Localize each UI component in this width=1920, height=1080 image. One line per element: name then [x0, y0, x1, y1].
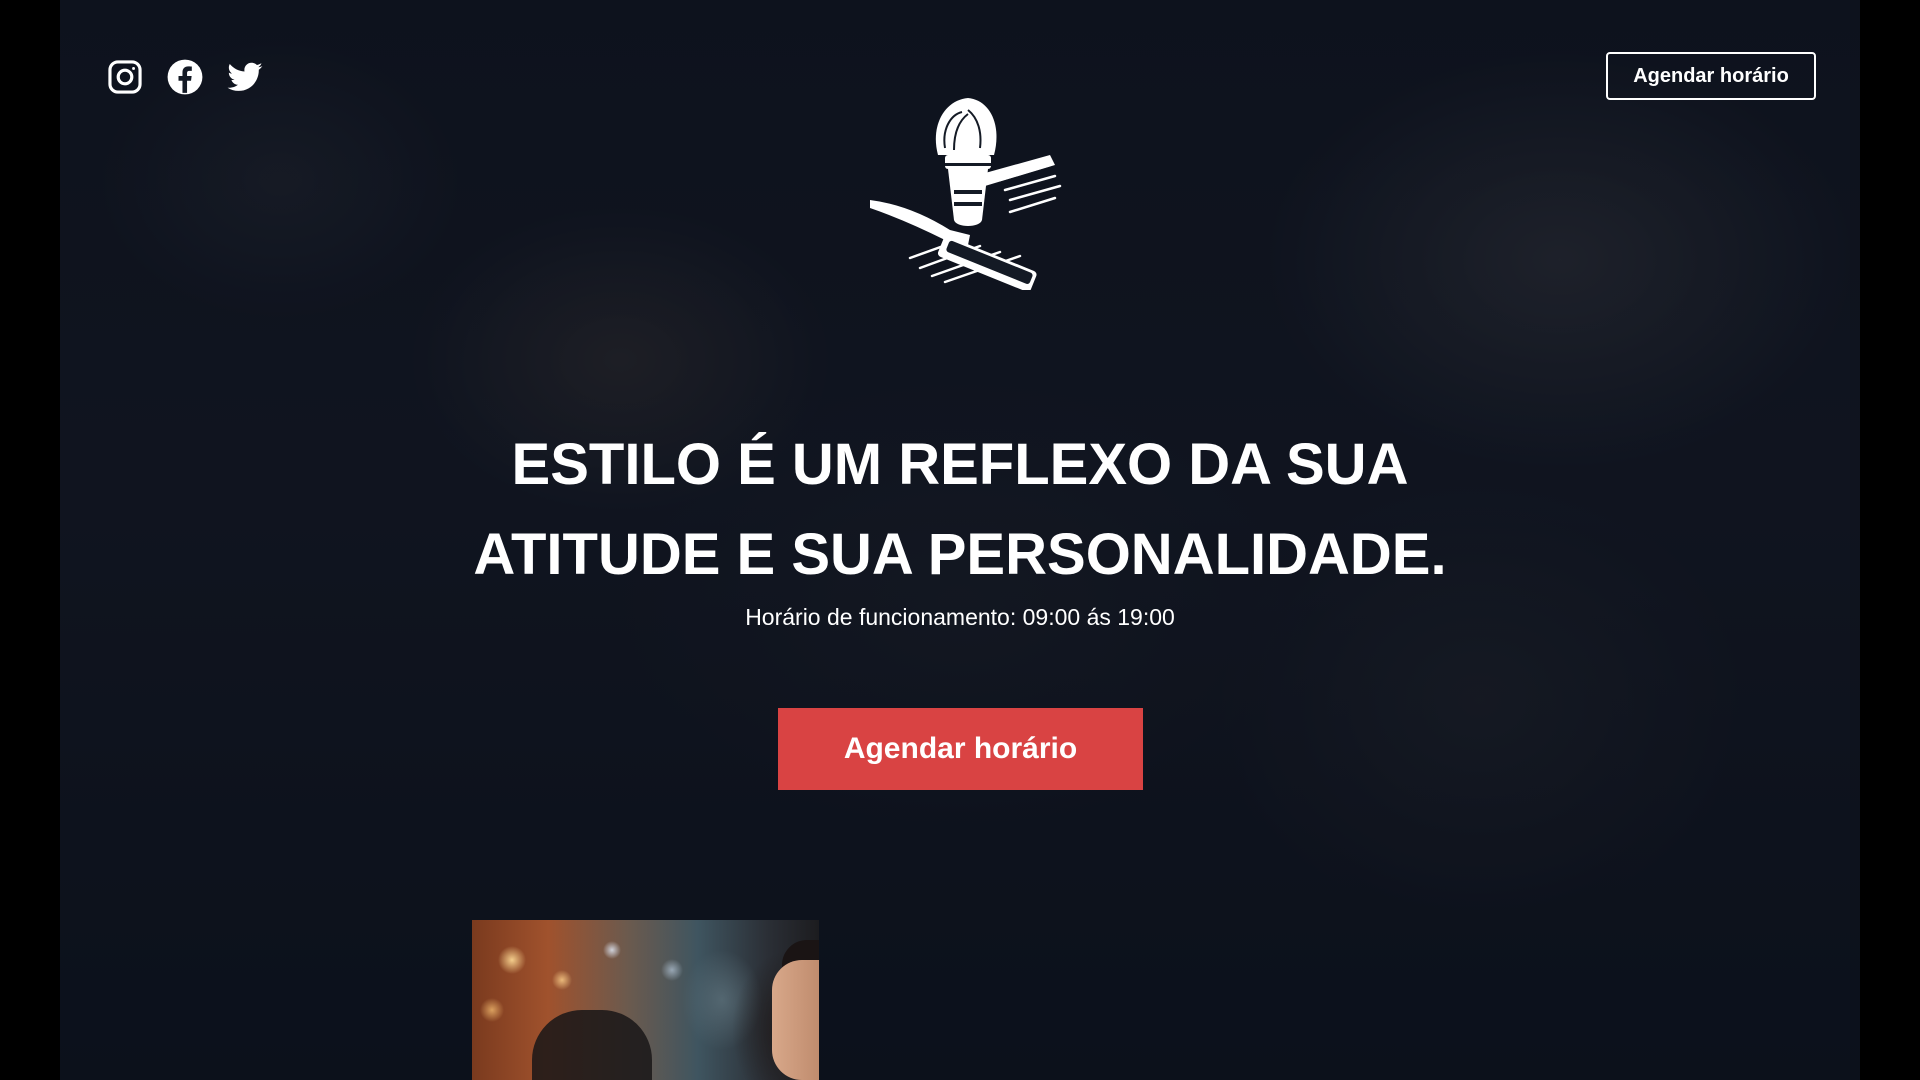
facebook-icon[interactable] — [166, 58, 204, 96]
opening-hours: Horário de funcionamento: 09:00 ás 19:00 — [745, 604, 1175, 630]
instagram-icon[interactable] — [106, 58, 144, 96]
twitter-icon[interactable] — [226, 58, 264, 96]
razor-brush-emblem — [870, 98, 1062, 292]
header-book-button[interactable]: Agendar horário — [1606, 52, 1816, 100]
hero-section: Agendar horário ESTILO É UM REFLEXO DA S… — [60, 0, 1860, 1080]
photo-face — [772, 960, 819, 1080]
barbershop-photo — [472, 920, 819, 1080]
hero-book-button[interactable]: Agendar horário — [778, 708, 1143, 790]
headline-line-1: ESTILO É UM REFLEXO DA SUA — [511, 432, 1409, 497]
barber-logo[interactable] — [850, 30, 1070, 292]
photo-person-silhouette — [532, 1010, 652, 1080]
hero-headline: ESTILO É UM REFLEXO DA SUA ATITUDE E SUA… — [60, 420, 1860, 600]
headline-line-2: ATITUDE E SUA PERSONALIDADE. — [473, 522, 1447, 587]
social-links — [106, 58, 264, 96]
